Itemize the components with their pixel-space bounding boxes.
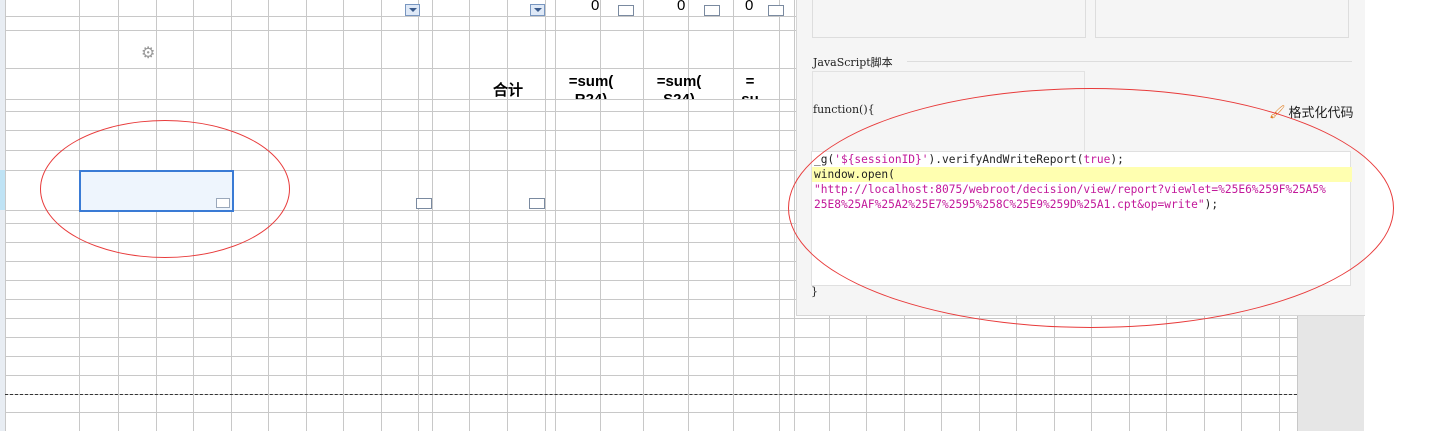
format-code-button[interactable]: 🖌 格式化代码 bbox=[1269, 102, 1354, 121]
grid-row-line bbox=[0, 318, 1300, 319]
grid-column-line bbox=[343, 0, 344, 431]
grid-column-line bbox=[118, 0, 119, 431]
grid-column-line bbox=[5, 0, 6, 431]
grid-column-line bbox=[418, 0, 419, 431]
grid-column-line bbox=[381, 0, 382, 431]
code-line: 25E8%25AF%25A2%25E7%2595%258C%25E9%259D%… bbox=[814, 197, 1218, 212]
format-code-label: 格式化代码 bbox=[1288, 105, 1354, 120]
row-header-highlight bbox=[0, 170, 5, 210]
checkbox-widget[interactable] bbox=[768, 5, 784, 16]
grid-column-line bbox=[268, 0, 269, 431]
checkbox-widget[interactable] bbox=[216, 198, 230, 208]
grid-column-line bbox=[193, 0, 194, 431]
zero-value: 0 bbox=[591, 0, 600, 14]
code-string: '${sessionID}' bbox=[834, 153, 929, 166]
page-break-line bbox=[5, 394, 1297, 395]
grid-column-line bbox=[779, 0, 780, 431]
formula-cell: =sum( R24) bbox=[568, 73, 614, 99]
code-line: "http://localhost:8075/webroot/decision/… bbox=[814, 183, 1326, 196]
zero-value: 0 bbox=[677, 0, 686, 14]
grid-column-line bbox=[231, 0, 232, 431]
grid-column-line bbox=[600, 0, 601, 431]
checkbox-widget[interactable] bbox=[704, 5, 720, 16]
brush-icon: 🖌 bbox=[1269, 103, 1286, 119]
grid-column-line bbox=[794, 0, 795, 431]
dropdown-icon[interactable] bbox=[405, 4, 420, 16]
grid-row-line bbox=[0, 337, 1300, 338]
javascript-panel: JavaScript脚本 function(){ 🖌 格式化代码 _g('${s… bbox=[796, 0, 1365, 316]
grid-column-line bbox=[507, 0, 508, 431]
grid-column-line bbox=[733, 0, 734, 431]
panel-box bbox=[812, 0, 1086, 38]
code-editor[interactable]: _g('${sessionID}').verifyAndWriteReport(… bbox=[811, 151, 1352, 286]
grid-column-line bbox=[545, 0, 546, 431]
checkbox-widget[interactable] bbox=[529, 198, 545, 209]
code-keyword: true bbox=[1083, 153, 1111, 166]
grid-row-line bbox=[0, 356, 1300, 357]
code-token: ); bbox=[1204, 198, 1219, 211]
selected-cell[interactable] bbox=[79, 170, 234, 212]
function-close-label: } bbox=[811, 285, 818, 298]
grid-column-line bbox=[306, 0, 307, 431]
grid-row-line bbox=[0, 375, 1300, 376]
divider bbox=[907, 61, 1352, 62]
zero-value: 0 bbox=[745, 0, 754, 14]
formula-cell: = su bbox=[741, 73, 759, 99]
code-line: _g('${sessionID}').verifyAndWriteReport(… bbox=[814, 152, 1124, 167]
code-token: ).verifyAndWriteReport( bbox=[928, 153, 1084, 166]
formula-cell: =sum( S24) bbox=[656, 73, 702, 99]
function-open-label: function(){ bbox=[813, 103, 875, 116]
grid-row-line bbox=[0, 412, 1300, 413]
code-token: ); bbox=[1110, 153, 1124, 166]
grid-column-line bbox=[432, 0, 433, 431]
total-label: 合计 bbox=[492, 82, 523, 99]
grid-column-line bbox=[643, 0, 644, 431]
code-line-highlighted: window.open( bbox=[812, 167, 1352, 182]
section-title: JavaScript脚本 bbox=[813, 56, 893, 69]
row-header-strip bbox=[0, 0, 5, 431]
dropdown-icon[interactable] bbox=[530, 4, 545, 16]
grid-column-line bbox=[555, 0, 556, 431]
code-token: _g( bbox=[814, 153, 835, 166]
checkbox-widget[interactable] bbox=[416, 198, 432, 209]
grid-column-line bbox=[469, 0, 470, 431]
grid-column-line bbox=[688, 0, 689, 431]
grid-column-line bbox=[156, 0, 157, 431]
gear-icon[interactable]: ⚙ bbox=[141, 43, 155, 63]
grid-column-line bbox=[79, 0, 80, 431]
code-string: 25E8%25AF%25A2%25E7%2595%258C%25E9%259D%… bbox=[814, 198, 1205, 211]
checkbox-widget[interactable] bbox=[618, 5, 634, 16]
panel-box bbox=[1095, 0, 1349, 38]
